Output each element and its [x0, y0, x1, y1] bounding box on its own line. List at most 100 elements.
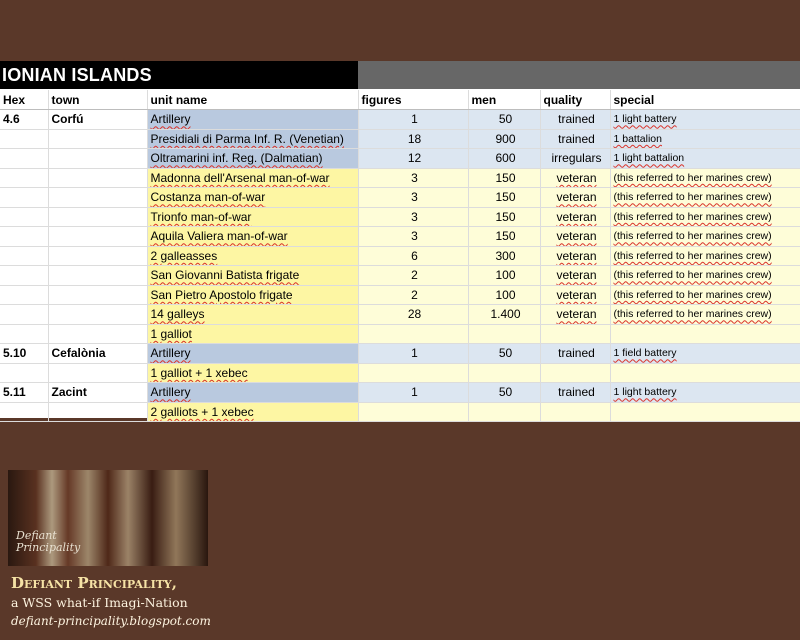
table-row: Presidiali di Parma Inf. R. (Venetian) 18…	[0, 129, 800, 149]
cell-unit-name: 1 galliot + 1 xebec	[147, 363, 359, 383]
table-body: 4.6 Corfú Artillery 1 50 trained 1 light batte…	[0, 109, 800, 422]
cell-hex	[0, 402, 49, 422]
cell-men: 600	[468, 148, 541, 169]
cell-figures: 1	[358, 382, 469, 403]
cell-unit-name: Trionfo man-of-war	[147, 207, 359, 227]
cell-hex	[0, 129, 49, 149]
cell-special-text: 1 light battalion	[613, 152, 685, 165]
cell-town-text: Cefalònia	[51, 346, 106, 361]
header-unit-name: unit name	[147, 90, 359, 110]
cell-men: 100	[468, 285, 541, 305]
cell-unit-name-text: 14 galleys	[150, 307, 205, 322]
cell-special: 1 light battery	[610, 382, 800, 403]
blog-url[interactable]: defiant-principality.blogspot.com	[11, 614, 211, 628]
cell-quality: veteran	[540, 226, 611, 247]
cell-hex	[0, 304, 49, 325]
header-hex: Hex	[0, 90, 49, 110]
cell-quality-text: veteran	[556, 229, 597, 244]
cell-quality: veteran	[540, 207, 611, 227]
cell-men: 50	[468, 109, 541, 130]
cell-hex-text: 5.11	[3, 385, 26, 400]
cell-town	[48, 285, 148, 305]
cell-quality: trained	[540, 109, 611, 130]
cell-unit-name: Aquila Valiera man-of-war	[147, 226, 359, 247]
cell-unit-name: Presidiali di Parma Inf. R. (Venetian)	[147, 129, 359, 149]
table-row: Oltramarini inf. Reg. (Dalmatian) 12 600 ir…	[0, 148, 800, 169]
cell-quality: veteran	[540, 168, 611, 188]
cell-special	[610, 402, 800, 422]
spreadsheet: IONIAN ISLANDS Hex town unit name figure…	[0, 61, 800, 422]
cell-men-text: 100	[495, 268, 516, 283]
cell-quality-text: veteran	[556, 248, 597, 263]
cell-figures-text: 2	[411, 287, 418, 302]
units-table: Hex town unit name figures men quality s…	[0, 90, 800, 422]
title-bar-filler	[358, 61, 800, 89]
header-figures: figures	[358, 90, 469, 110]
cell-unit-name: Artillery	[147, 343, 359, 364]
cell-figures-text: 3	[411, 190, 418, 205]
cell-hex: 5.10	[0, 343, 49, 364]
cell-men-text: 100	[495, 287, 516, 302]
cell-men: 150	[468, 187, 541, 208]
cell-men: 150	[468, 207, 541, 227]
cell-special: (this referred to her marines crew)	[610, 304, 800, 325]
cell-special-text: 1 light battery	[613, 113, 677, 126]
cell-special	[610, 363, 800, 383]
cell-quality-text: veteran	[556, 170, 597, 185]
cell-figures-text: 6	[411, 248, 418, 263]
cell-hex: 5.11	[0, 382, 49, 403]
cell-town	[48, 207, 148, 227]
cell-quality-text: veteran	[556, 190, 597, 205]
cell-hex	[0, 207, 49, 227]
cell-unit-name-text: 2 galliots + 1 xebec	[150, 404, 254, 419]
cell-figures-text: 1	[411, 112, 418, 127]
cell-unit-name-text: 1 galliot + 1 xebec	[150, 365, 248, 380]
cell-men-text: 50	[498, 385, 513, 400]
cell-men-text: 50	[498, 112, 513, 127]
cell-special: (this referred to her marines crew)	[610, 226, 800, 247]
table-row: 1 galliot + 1 xebec	[0, 363, 800, 383]
table-row: 14 galleys 28 1.400 veteran (this referred t…	[0, 304, 800, 325]
cell-special-text: (this referred to her marines crew)	[613, 269, 772, 282]
cell-unit-name-text: Madonna dell'Arsenal man-of-war	[150, 170, 330, 185]
cell-town: Cefalònia	[48, 343, 148, 364]
cell-hex	[0, 265, 49, 286]
cell-figures: 3	[358, 226, 469, 247]
cell-unit-name-text: Trionfo man-of-war	[150, 209, 252, 224]
cell-unit-name-text: Artillery	[150, 346, 191, 361]
cell-town-text: Zacint	[51, 385, 87, 400]
cell-men-text: 600	[495, 151, 516, 166]
cell-unit-name: 2 galleasses	[147, 246, 359, 266]
cell-men	[468, 363, 541, 383]
cell-hex-text: 4.6	[3, 112, 20, 127]
cell-special-text: (this referred to her marines crew)	[613, 230, 772, 243]
cell-figures-text: 12	[407, 151, 422, 166]
cell-figures	[358, 363, 469, 383]
cell-town	[48, 402, 148, 422]
cell-special: (this referred to her marines crew)	[610, 168, 800, 188]
blog-name: Defiant Principality,	[11, 574, 178, 592]
cell-quality: veteran	[540, 304, 611, 325]
cell-unit-name: 14 galleys	[147, 304, 359, 325]
blog-tagline: a WSS what-if Imagi-Nation	[11, 595, 188, 610]
cell-figures: 3	[358, 187, 469, 208]
cell-men: 50	[468, 382, 541, 403]
table-row: 4.6 Corfú Artillery 1 50 trained 1 light batte…	[0, 109, 800, 130]
cell-special-text: (this referred to her marines crew)	[613, 191, 772, 204]
cell-quality-text: trained	[558, 112, 595, 127]
cell-unit-name: Oltramarini inf. Reg. (Dalmatian)	[147, 148, 359, 169]
cell-special-text: (this referred to her marines crew)	[613, 249, 772, 262]
cell-hex	[0, 246, 49, 266]
title-bar: IONIAN ISLANDS	[0, 61, 800, 89]
cell-hex	[0, 285, 49, 305]
cell-figures: 3	[358, 168, 469, 188]
table-row: San Giovanni Batista frigate 2 100 veteran (…	[0, 265, 800, 286]
cell-unit-name-text: Aquila Valiera man-of-war	[150, 229, 288, 244]
cell-men-text: 900	[495, 131, 516, 146]
cell-special: 1 battalion	[610, 129, 800, 149]
cell-town	[48, 168, 148, 188]
cell-special-text: (this referred to her marines crew)	[613, 171, 772, 184]
cell-unit-name: Artillery	[147, 109, 359, 130]
cell-special: (this referred to her marines crew)	[610, 207, 800, 227]
cell-quality-text: veteran	[556, 287, 597, 302]
